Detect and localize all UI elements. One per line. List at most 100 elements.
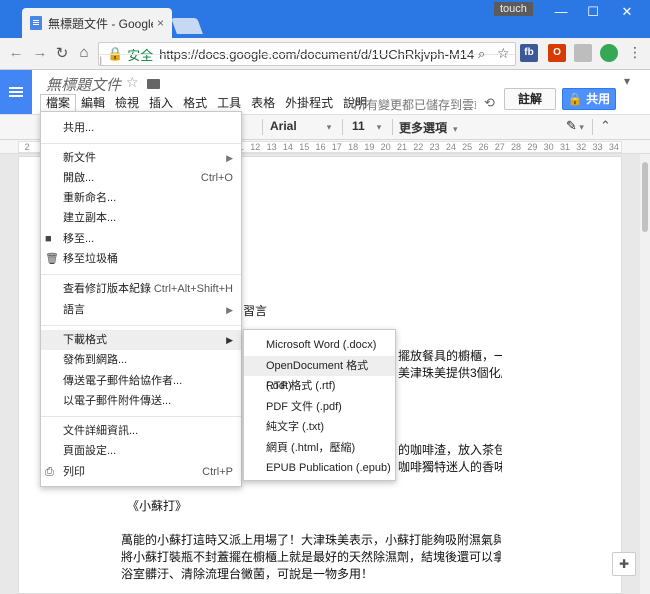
save-status[interactable]: 所有變更都已儲存到雲端...	[354, 96, 476, 113]
home-icon[interactable]: ⌂	[74, 44, 94, 61]
menu-table[interactable]: 表格	[246, 94, 280, 112]
ruler-tick: 30	[543, 142, 554, 152]
submenu-arrow-icon: ▶	[226, 153, 233, 163]
document-title[interactable]: 無標題文件	[46, 74, 121, 95]
more-options-button[interactable]: 更多選項 ▾	[399, 119, 458, 136]
doc-text-fragment: 習言	[243, 304, 268, 318]
menu-view[interactable]: 檢視	[110, 94, 144, 112]
download-odt[interactable]: OpenDocument 格式 (.odt)	[244, 356, 395, 392]
ruler-tick: 18	[348, 142, 359, 152]
browser-tab[interactable]: 無標題文件 - Google 文 ×	[22, 8, 172, 38]
doc-text-fragment: 的咖啡渣，放入茶包袋	[398, 443, 502, 457]
ruler-tick: 15	[299, 142, 310, 152]
menu-insert[interactable]: 插入	[144, 94, 178, 112]
download-pdf[interactable]: PDF 文件 (.pdf)	[244, 397, 395, 417]
doc-heading: 《小蘇打》	[127, 499, 188, 513]
menu-item-email-collaborators[interactable]: 傳送電子郵件給協作者...	[41, 371, 241, 391]
url-input[interactable]: 🔒 安全 | https://docs.google.com/document/…	[98, 42, 516, 66]
color-extension-icon[interactable]	[600, 44, 618, 62]
toolbar-divider	[262, 119, 263, 135]
menu-item-email-attachment[interactable]: 以電子郵件附件傳送...	[41, 391, 241, 411]
download-docx[interactable]: Microsoft Word (.docx)	[244, 335, 395, 355]
extension-icon[interactable]	[574, 44, 592, 62]
toolbar-divider	[342, 119, 343, 135]
menu-item-page-setup[interactable]: 頁面設定...	[41, 441, 241, 461]
printer-icon: ⎙	[45, 466, 54, 478]
ruler-tick: 21	[396, 142, 407, 152]
history-icon[interactable]: ⟲	[484, 95, 495, 111]
tab-close-icon[interactable]: ×	[157, 16, 164, 30]
font-select[interactable]: Arial ▾	[270, 119, 331, 133]
touch-mode-label[interactable]: touch	[494, 2, 533, 16]
menu-item-print[interactable]: ⎙ 列印 Ctrl+P	[41, 462, 241, 482]
comments-button[interactable]: 註解	[504, 88, 556, 110]
menu-item-trash[interactable]: 🗑 移至垃圾桶	[41, 249, 241, 269]
trash-icon: 🗑	[45, 253, 59, 265]
ruler-tick: 22	[413, 142, 424, 152]
menu-item-share[interactable]: 共用...	[41, 118, 241, 138]
download-submenu: Microsoft Word (.docx) OpenDocument 格式 (…	[243, 329, 396, 481]
ruler-tick: 13	[266, 142, 277, 152]
docs-home-icon[interactable]	[0, 70, 32, 114]
submenu-arrow-icon: ▶	[226, 335, 233, 345]
forward-arrow-icon[interactable]: →	[30, 44, 50, 61]
facebook-extension-icon[interactable]: fb	[520, 44, 538, 62]
ruler-tick: 34	[608, 142, 619, 152]
docs-menubar: 檔案 編輯 檢視 插入 格式 工具 表格 外掛程式 說明	[40, 94, 372, 112]
star-icon[interactable]: ☆	[126, 74, 139, 91]
office-extension-icon[interactable]: O	[548, 44, 566, 62]
minimize-icon[interactable]: —	[546, 4, 576, 19]
tab-title: 無標題文件 - Google 文	[48, 16, 153, 31]
doc-text-fragment: 擺放餐具的櫥櫃，一打	[398, 349, 502, 363]
collapse-header-icon[interactable]: ▾	[624, 74, 630, 88]
menu-item-language[interactable]: 語言 ▶	[41, 300, 241, 320]
maximize-icon[interactable]: ☐	[578, 4, 608, 20]
back-arrow-icon[interactable]: ←	[6, 44, 26, 61]
ruler-tick: 17	[331, 142, 342, 152]
download-rtf[interactable]: RTF 格式 (.rtf)	[244, 376, 395, 396]
share-button[interactable]: 🔒 共用	[562, 88, 616, 110]
explore-icon[interactable]: ✚	[612, 552, 636, 576]
menu-item-download[interactable]: 下載格式 ▶	[41, 330, 241, 350]
font-size-select[interactable]: 11 ▾	[352, 119, 381, 133]
download-epub[interactable]: EPUB Publication (.epub)	[244, 458, 395, 478]
ruler-tick: 33	[592, 142, 603, 152]
reload-icon[interactable]: ↻	[52, 44, 72, 62]
menu-format[interactable]: 格式	[178, 94, 212, 112]
new-tab-button[interactable]	[171, 18, 203, 34]
bookmark-star-icon[interactable]: ☆	[497, 45, 510, 62]
menu-separator	[41, 274, 241, 275]
doc-text-fragment: 美津珠美提供3個化腐朽	[398, 366, 502, 380]
chevron-up-icon[interactable]: ⌃	[600, 118, 611, 134]
toolbar-divider	[592, 119, 593, 135]
chrome-menu-icon[interactable]: ⋮	[628, 44, 642, 61]
folder-icon[interactable]	[147, 79, 160, 89]
download-html[interactable]: 網頁 (.html，壓縮)	[244, 438, 395, 458]
download-txt[interactable]: 純文字 (.txt)	[244, 417, 395, 437]
menu-file[interactable]: 檔案	[40, 94, 77, 112]
menu-edit[interactable]: 編輯	[76, 94, 110, 112]
doc-text-fragment: 咖啡獨特迷人的香味也	[398, 460, 502, 474]
close-window-icon[interactable]: ✕	[612, 4, 642, 20]
menu-tools[interactable]: 工具	[212, 94, 246, 112]
menu-item-move[interactable]: ■ 移至...	[41, 229, 241, 249]
menu-addons[interactable]: 外掛程式	[280, 94, 338, 112]
menu-item-new[interactable]: 新文件 ▶	[41, 148, 241, 168]
menu-item-open[interactable]: 開啟... Ctrl+O	[41, 168, 241, 188]
doc-paragraph-line: 將小蘇打裝瓶不封蓋擺在櫥櫃上就是最好的天然除濕劑，結塊後還可以拿來刷洗	[121, 550, 501, 564]
share-label: 共用	[586, 92, 611, 106]
ruler-tick: 29	[527, 142, 538, 152]
ruler-tick: 16	[315, 142, 326, 152]
ruler-tick: 32	[576, 142, 587, 152]
docs-tab-icon	[30, 16, 42, 30]
zoom-icon[interactable]: ⌕	[478, 46, 485, 62]
menu-item-rename[interactable]: 重新命名...	[41, 188, 241, 208]
scrollbar-thumb[interactable]	[642, 162, 648, 232]
ruler-tick: 20	[380, 142, 391, 152]
menu-item-history[interactable]: 查看修訂版本紀錄 Ctrl+Alt+Shift+H	[41, 279, 241, 299]
menu-separator	[41, 325, 241, 326]
menu-item-copy[interactable]: 建立副本...	[41, 208, 241, 228]
menu-item-publish[interactable]: 發佈到網路...	[41, 350, 241, 370]
menu-item-details[interactable]: 文件詳細資訊...	[41, 421, 241, 441]
editing-mode-icon[interactable]: ✎ ▾	[566, 118, 584, 134]
